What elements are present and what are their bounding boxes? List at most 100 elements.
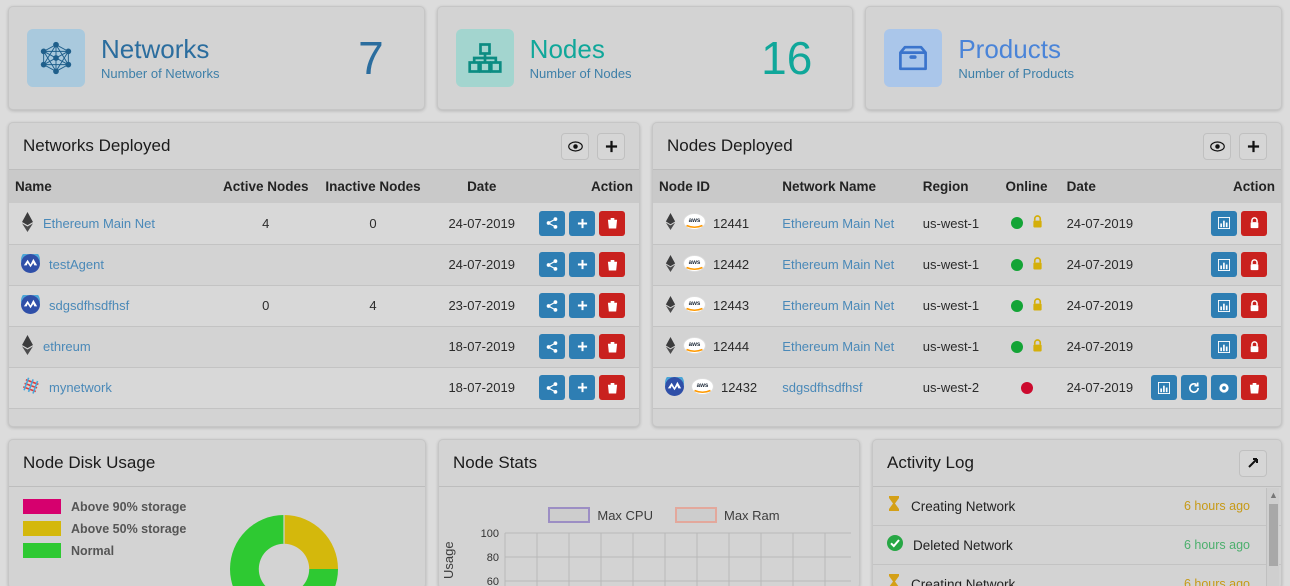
- chart-icon[interactable]: [1211, 334, 1237, 359]
- plus-icon[interactable]: [569, 252, 595, 277]
- cell-online: [992, 326, 1061, 368]
- lock-icon: [1032, 338, 1043, 355]
- plus-icon[interactable]: [569, 210, 595, 236]
- trash-icon[interactable]: [599, 252, 625, 277]
- lock-icon[interactable]: [1241, 293, 1267, 318]
- chart-icon[interactable]: [1211, 293, 1237, 318]
- table-row[interactable]: Ethereum Main Net 4 0 24-07-2019: [9, 203, 639, 245]
- power-icon[interactable]: [1211, 375, 1237, 400]
- network-name-link[interactable]: testAgent: [49, 257, 104, 272]
- table-row[interactable]: sdgsdfhsdfhsf 0 4 23-07-2019: [9, 285, 639, 327]
- network-name-link[interactable]: Ethereum Main Net: [782, 339, 894, 354]
- stat-card-networks[interactable]: Networks Number of Networks 7: [8, 6, 425, 110]
- cell-active-nodes: [215, 367, 316, 409]
- lock-icon[interactable]: [1241, 252, 1267, 277]
- cell-name: Ethereum Main Net: [9, 203, 216, 245]
- nodes-table: Node ID Network Name Region Online Date …: [653, 170, 1281, 409]
- cell-action: [533, 244, 639, 286]
- table-row[interactable]: aws 12444 Ethereum Main Net us-west-1 24…: [653, 326, 1281, 368]
- status-dot-online: [1010, 217, 1023, 230]
- plus-icon[interactable]: [1239, 132, 1267, 160]
- activity-label: Creating Network: [911, 576, 1016, 586]
- network-name-link[interactable]: sdgsdfhsdfhsf: [49, 298, 129, 313]
- column-network-name: Network Name: [776, 170, 917, 203]
- trash-icon[interactable]: [599, 210, 625, 236]
- cell-date: 18-07-2019: [430, 367, 533, 409]
- stat-card-products[interactable]: Products Number of Products: [865, 6, 1283, 110]
- activity-log-item[interactable]: Creating Network 6 hours ago ›: [873, 487, 1281, 526]
- eye-icon[interactable]: [561, 132, 589, 160]
- table-row[interactable]: mynetwork 18-07-2019: [9, 367, 639, 409]
- chart-icon[interactable]: [1211, 252, 1237, 277]
- panel-title: Networks Deployed: [23, 136, 171, 155]
- scroll-up-arrow-icon[interactable]: ▲: [1269, 490, 1278, 500]
- network-name-link[interactable]: sdgsdfhsdfhsf: [782, 380, 862, 395]
- cell-inactive-nodes: [315, 244, 431, 286]
- plus-icon[interactable]: [569, 293, 595, 318]
- share-icon[interactable]: [539, 375, 565, 400]
- plus-icon[interactable]: [569, 334, 595, 359]
- refresh-icon[interactable]: [1181, 375, 1207, 400]
- network-name-link[interactable]: Ethereum Main Net: [43, 216, 155, 231]
- cell-date: 24-07-2019: [1060, 244, 1145, 286]
- share-icon[interactable]: [539, 334, 565, 359]
- lock-icon[interactable]: [1241, 210, 1267, 236]
- eye-icon[interactable]: [1203, 132, 1231, 160]
- ethereum-icon: [665, 213, 676, 233]
- table-row[interactable]: aws 12432 sdgsdfhsdfhsf us-west-2 24-07-…: [653, 367, 1281, 409]
- trash-icon[interactable]: [599, 293, 625, 318]
- ethereum-icon: [21, 335, 34, 358]
- node-disk-usage-panel: Node Disk Usage Above 90% storage Above …: [8, 439, 426, 586]
- network-name-link[interactable]: mynetwork: [49, 380, 112, 395]
- stat-subtitle: Number of Products: [958, 66, 1074, 82]
- table-row[interactable]: testAgent 24-07-2019: [9, 244, 639, 286]
- table-row[interactable]: aws 12443 Ethereum Main Net us-west-1 24…: [653, 285, 1281, 327]
- hourglass-icon: [887, 495, 901, 517]
- network-name-link[interactable]: Ethereum Main Net: [782, 257, 894, 272]
- node-tree-icon: [455, 29, 514, 87]
- activity-log-item[interactable]: Creating Network 6 hours ago ›: [873, 565, 1281, 586]
- cell-name: ethreum: [9, 326, 216, 368]
- cell-node-id: aws 12444: [653, 326, 777, 368]
- expand-icon[interactable]: [1239, 449, 1267, 477]
- share-icon[interactable]: [539, 293, 565, 318]
- stat-subtitle: Number of Nodes: [529, 66, 632, 82]
- node-id-text: 12443: [713, 298, 750, 313]
- svg-text:100: 100: [481, 528, 499, 540]
- networks-table: Name Active Nodes Inactive Nodes Date Ac…: [9, 170, 639, 409]
- stat-card-nodes[interactable]: Nodes Number of Nodes 16: [436, 6, 854, 110]
- cell-network-name: Ethereum Main Net: [776, 326, 917, 368]
- trash-icon[interactable]: [599, 334, 625, 359]
- legend-label: Max Ram: [724, 507, 780, 523]
- cell-region: us-west-1: [916, 285, 993, 327]
- table-row[interactable]: aws 12441 Ethereum Main Net us-west-1 24…: [653, 203, 1281, 245]
- chart-icon[interactable]: [1211, 210, 1237, 236]
- networks-table-body: Ethereum Main Net 4 0 24-07-2019 testAge…: [9, 203, 639, 409]
- activity-log-scrollbar[interactable]: ▲: [1266, 488, 1279, 586]
- activity-label: Deleted Network: [913, 537, 1013, 553]
- share-icon[interactable]: [539, 210, 565, 236]
- table-row[interactable]: aws 12442 Ethereum Main Net us-west-1 24…: [653, 244, 1281, 286]
- scrollbar-thumb[interactable]: [1269, 504, 1278, 566]
- stat-value: 7: [358, 32, 384, 84]
- box-icon: [884, 29, 943, 87]
- network-name-link[interactable]: Ethereum Main Net: [782, 216, 894, 231]
- activity-time: 6 hours ago: [1183, 577, 1250, 586]
- network-name-link[interactable]: ethreum: [43, 339, 91, 354]
- cell-online: [992, 244, 1061, 286]
- trash-icon[interactable]: [599, 375, 625, 400]
- trash-icon[interactable]: [1241, 375, 1267, 400]
- disk-chart-body: Above 90% storage Above 50% storage Norm…: [9, 487, 425, 586]
- cell-action: [533, 326, 639, 368]
- lock-icon[interactable]: [1241, 334, 1267, 359]
- cell-date: 23-07-2019: [430, 285, 533, 327]
- network-name-link[interactable]: Ethereum Main Net: [782, 298, 894, 313]
- activity-log-item[interactable]: Deleted Network 6 hours ago ›: [873, 526, 1281, 565]
- status-dot-offline: [1020, 381, 1033, 394]
- plus-icon[interactable]: [597, 132, 625, 160]
- chart-icon[interactable]: [1151, 375, 1177, 400]
- table-row[interactable]: ethreum 18-07-2019: [9, 326, 639, 368]
- share-icon[interactable]: [539, 252, 565, 277]
- bottom-row: Node Disk Usage Above 90% storage Above …: [8, 439, 1282, 586]
- plus-icon[interactable]: [569, 375, 595, 400]
